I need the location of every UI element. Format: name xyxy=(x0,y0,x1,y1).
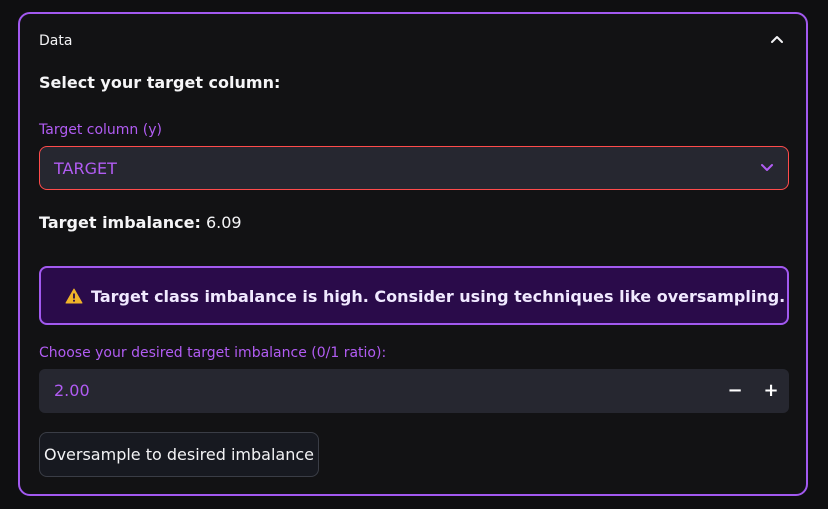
warning-icon xyxy=(65,288,83,304)
target-column-value: TARGET xyxy=(54,159,117,178)
warning-text: Target class imbalance is high. Consider… xyxy=(91,287,786,306)
target-column-select[interactable]: TARGET xyxy=(39,146,789,190)
data-expander: Data Select your target column: Target c… xyxy=(18,12,808,496)
target-imbalance-value: 6.09 xyxy=(205,213,242,232)
chevron-down-icon[interactable] xyxy=(760,163,774,173)
oversample-button[interactable]: Oversample to desired imbalance xyxy=(39,432,319,477)
decrement-button[interactable]: − xyxy=(717,369,753,413)
section-heading: Select your target column: xyxy=(39,73,281,92)
target-ratio-input[interactable]: 2.00 − + xyxy=(39,369,789,413)
target-imbalance-text: Target imbalance: 6.09 xyxy=(39,212,242,234)
target-column-label: Target column (y) xyxy=(39,122,162,138)
target-ratio-value[interactable]: 2.00 xyxy=(54,381,90,401)
target-ratio-label: Choose your desired target imbalance (0/… xyxy=(39,345,387,361)
imbalance-warning-alert: Target class imbalance is high. Consider… xyxy=(39,266,789,325)
expander-header[interactable]: Data xyxy=(20,14,806,66)
chevron-up-icon[interactable] xyxy=(770,34,784,44)
target-imbalance-label: Target imbalance: xyxy=(39,213,201,232)
expander-title: Data xyxy=(39,33,73,49)
increment-button[interactable]: + xyxy=(753,369,789,413)
